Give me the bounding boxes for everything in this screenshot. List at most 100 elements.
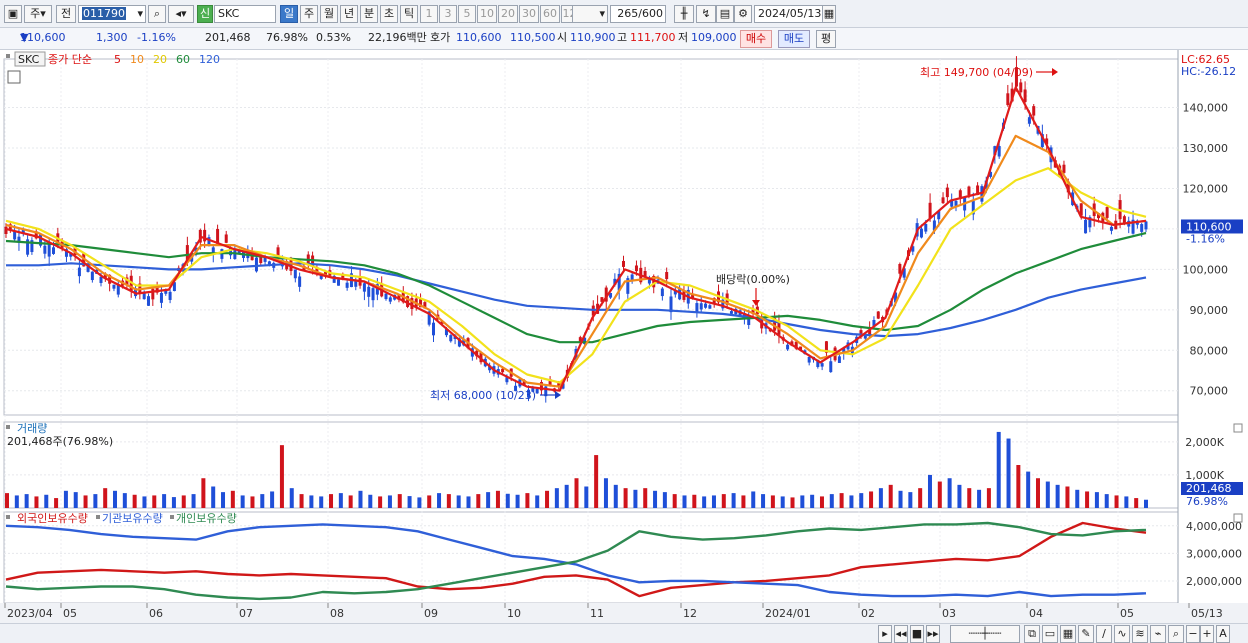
volume-bar bbox=[230, 490, 235, 508]
price-tick-label: 140,000 bbox=[1183, 102, 1229, 115]
dividend-annotation: 배당락(0.00%) bbox=[716, 273, 790, 286]
chart-area[interactable]: 70,00080,00090,000100,000110,000120,0001… bbox=[0, 50, 1248, 623]
tab-second[interactable]: 초 bbox=[380, 5, 398, 23]
candle-body bbox=[928, 202, 932, 219]
interval-input[interactable]: ▾ bbox=[572, 5, 608, 23]
prev-button[interactable]: 전 bbox=[56, 5, 76, 23]
volume-bar bbox=[338, 493, 343, 508]
candle-body bbox=[90, 271, 94, 281]
candle-body bbox=[362, 283, 366, 292]
x-tick-label: 04 bbox=[1029, 607, 1043, 620]
tab-month[interactable]: 월 bbox=[320, 5, 338, 23]
volume-bar bbox=[152, 495, 157, 508]
rewind-icon[interactable]: ◂◂ bbox=[894, 625, 908, 643]
interval-60[interactable]: 60 bbox=[540, 5, 560, 23]
volume-bar bbox=[387, 495, 392, 508]
high-price: 111,700 bbox=[630, 31, 676, 44]
table-icon[interactable] bbox=[7, 70, 21, 84]
wave-icon[interactable]: ∿ bbox=[1114, 625, 1130, 643]
volume-bar bbox=[545, 490, 550, 508]
evaluate-button[interactable]: 평 bbox=[816, 30, 836, 48]
volume-bar bbox=[171, 497, 176, 508]
candle-body bbox=[388, 297, 392, 302]
candle-icon[interactable]: ╫ bbox=[674, 5, 694, 23]
link-icon[interactable]: ⌁ bbox=[1150, 625, 1166, 643]
volume-bar bbox=[221, 492, 226, 508]
date-input[interactable]: 2024/05/13 bbox=[754, 5, 824, 23]
volume-bar bbox=[1085, 491, 1090, 508]
minus-icon[interactable]: − bbox=[1186, 625, 1200, 643]
tab-tick[interactable]: 틱 bbox=[400, 5, 418, 23]
gear-icon[interactable]: ⚙ bbox=[734, 5, 752, 23]
count-max: /600 bbox=[638, 7, 663, 20]
volume-bar bbox=[486, 492, 491, 508]
stock-name-field[interactable]: SKC bbox=[214, 5, 276, 23]
fast-forward-icon[interactable]: ▸▸ bbox=[926, 625, 940, 643]
calendar-icon[interactable]: ▦ bbox=[822, 5, 836, 23]
trade-amount: 22,196백만 bbox=[368, 31, 427, 44]
grid-icon[interactable]: ▦ bbox=[1060, 625, 1076, 643]
zoom-slider[interactable]: ┄┄┼┄┄ bbox=[950, 625, 1020, 643]
tool-icon[interactable]: ✎ bbox=[1078, 625, 1094, 643]
candle-body bbox=[147, 296, 150, 306]
interval-10[interactable]: 10 bbox=[477, 5, 497, 23]
line-icon[interactable]: ∕ bbox=[1096, 625, 1112, 643]
scroll-right-icon[interactable]: ▸ bbox=[878, 625, 892, 643]
volume-bar bbox=[702, 496, 707, 508]
candle-body bbox=[432, 322, 435, 336]
volume-bar bbox=[584, 486, 589, 508]
plus-icon[interactable]: + bbox=[1200, 625, 1214, 643]
count-input[interactable]: 265/600 bbox=[610, 5, 666, 23]
zoom-icon[interactable]: ⌕ bbox=[1168, 625, 1184, 643]
chart-type-icon[interactable]: ▣ bbox=[4, 5, 22, 23]
stop-icon[interactable]: ■ bbox=[910, 625, 924, 643]
x-tick-label: 09 bbox=[424, 607, 438, 620]
candle-body bbox=[945, 187, 949, 198]
tab-year[interactable]: 년 bbox=[340, 5, 358, 23]
volume-bar bbox=[407, 496, 412, 508]
candle-body bbox=[1032, 106, 1036, 116]
interval-20[interactable]: 20 bbox=[498, 5, 518, 23]
sell-button[interactable]: 매도 bbox=[778, 30, 810, 48]
volume-bar bbox=[927, 474, 932, 508]
ma-legend-5: 5 bbox=[114, 53, 121, 66]
buy-button[interactable]: 매수 bbox=[740, 30, 772, 48]
period-label: 주 bbox=[30, 7, 41, 20]
interval-3[interactable]: 3 bbox=[439, 5, 457, 23]
tab-minute[interactable]: 분 bbox=[360, 5, 378, 23]
sound-icon[interactable]: ◂▾ bbox=[168, 5, 194, 23]
indicator-icon[interactable]: ≋ bbox=[1132, 625, 1148, 643]
holding-legend-1: 기관보유수량 bbox=[102, 512, 163, 525]
stock-code-input[interactable]: 011790 ▾ bbox=[78, 5, 146, 23]
x-tick-label: 02 bbox=[861, 607, 875, 620]
holding-close-icon[interactable] bbox=[1233, 513, 1243, 523]
tab-week[interactable]: 주 bbox=[300, 5, 318, 23]
candle-body bbox=[924, 224, 928, 232]
volume-bar bbox=[397, 494, 402, 508]
interval-1[interactable]: 1 bbox=[420, 5, 438, 23]
volume-bar bbox=[633, 489, 638, 508]
candle-body bbox=[634, 265, 638, 272]
turnover-ratio: 0.53% bbox=[316, 31, 351, 44]
volume-close-icon[interactable] bbox=[1233, 423, 1243, 433]
current-change-tag: -1.16% bbox=[1186, 232, 1225, 245]
volume-bar bbox=[574, 478, 579, 508]
tab-day[interactable]: 일 bbox=[280, 5, 298, 23]
volume-bar bbox=[869, 491, 874, 508]
font-icon[interactable]: A bbox=[1216, 625, 1230, 643]
copy-icon[interactable]: ⧉ bbox=[1024, 625, 1040, 643]
interval-30[interactable]: 30 bbox=[519, 5, 539, 23]
volume-bar bbox=[653, 490, 658, 508]
interval-5[interactable]: 5 bbox=[458, 5, 476, 23]
period-select[interactable]: 주▾ bbox=[24, 5, 52, 23]
ticker-tag: SKC bbox=[18, 53, 40, 66]
search-icon[interactable]: ⌕ bbox=[148, 5, 166, 23]
x-tick-label: 12 bbox=[683, 607, 697, 620]
compare-icon[interactable]: ↯ bbox=[696, 5, 716, 23]
panel-bullet bbox=[6, 54, 10, 58]
save-icon[interactable]: ▤ bbox=[716, 5, 734, 23]
layout-icon[interactable]: ▭ bbox=[1042, 625, 1058, 643]
volume-tick-label: 2,000K bbox=[1185, 436, 1224, 449]
volume-bar bbox=[329, 494, 334, 508]
volume-pct-tag: 76.98% bbox=[1186, 495, 1228, 508]
